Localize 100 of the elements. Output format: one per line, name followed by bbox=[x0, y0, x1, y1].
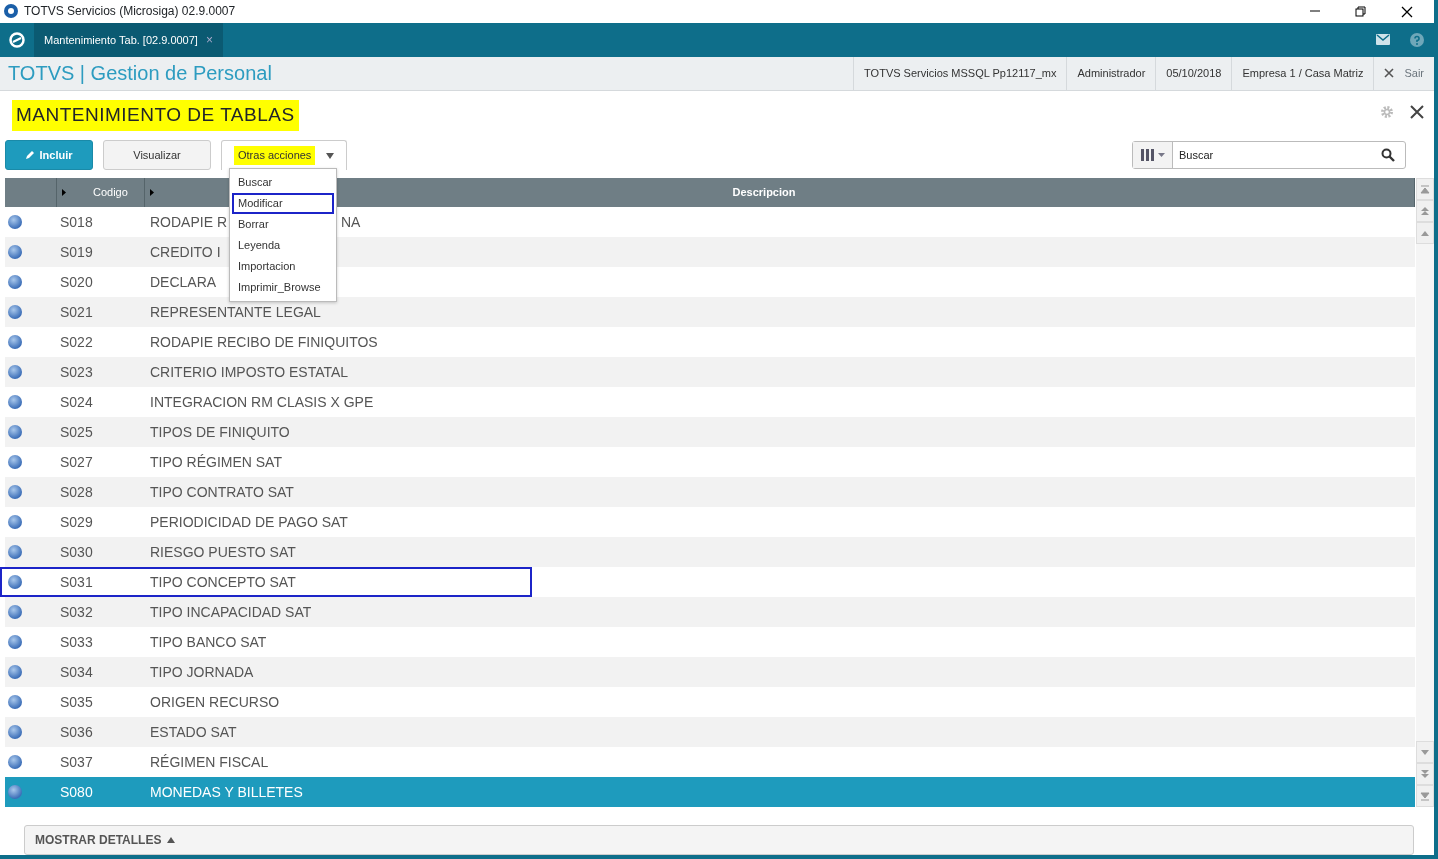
app-title: TOTVS | Gestion de Personal bbox=[7, 61, 272, 87]
table-cell[interactable]: S021 bbox=[60, 303, 93, 320]
table-cell[interactable]: S019 bbox=[60, 243, 93, 260]
status-icon bbox=[8, 575, 22, 590]
close-icon[interactable] bbox=[1410, 105, 1424, 120]
close-icon[interactable] bbox=[1384, 68, 1395, 79]
columns-icon[interactable] bbox=[1140, 149, 1165, 162]
menu-item[interactable]: Leyenda bbox=[232, 235, 334, 256]
pencil-icon bbox=[25, 150, 36, 161]
status-icon bbox=[8, 305, 22, 320]
menu-item[interactable]: Modificar bbox=[232, 193, 334, 214]
header-info: TOTVS Servicios MSSQL Pp12117_mx bbox=[853, 56, 1067, 90]
table-cell[interactable]: S027 bbox=[60, 453, 93, 470]
table-cell: RÉGIMEN FISCAL bbox=[150, 753, 269, 770]
sort-icon bbox=[62, 189, 66, 197]
status-icon bbox=[8, 275, 22, 290]
header-info: Empresa 1 / Casa Matriz bbox=[1231, 56, 1374, 90]
exit-link[interactable]: Sair bbox=[1404, 64, 1424, 82]
table-cell[interactable]: S028 bbox=[60, 483, 93, 500]
table-cell[interactable]: S035 bbox=[60, 693, 93, 710]
table-cell: CREDITO I bbox=[150, 243, 221, 260]
restore-icon[interactable] bbox=[1355, 6, 1367, 19]
table-cell: TIPO CONCEPTO SAT bbox=[150, 573, 296, 590]
table-cell[interactable]: S036 bbox=[60, 723, 93, 740]
status-icon bbox=[8, 545, 22, 560]
close-icon[interactable] bbox=[1401, 6, 1413, 19]
status-icon bbox=[8, 635, 22, 650]
table-cell-text: NA bbox=[341, 212, 361, 232]
table-cell[interactable]: S020 bbox=[60, 273, 93, 290]
table-cell[interactable]: S022 bbox=[60, 333, 93, 350]
table-cell: ORIGEN RECURSO bbox=[150, 693, 280, 710]
table-cell[interactable]: S030 bbox=[60, 543, 93, 560]
table-cell: TIPO RÉGIMEN SAT bbox=[150, 453, 282, 470]
status-icon bbox=[8, 335, 22, 350]
action-button[interactable]: Visualizar bbox=[103, 140, 211, 171]
search-box[interactable]: Buscar bbox=[1132, 141, 1406, 170]
status-icon bbox=[8, 695, 22, 710]
search-icon[interactable] bbox=[1381, 148, 1395, 163]
caret-up-icon bbox=[167, 837, 176, 844]
settings-icon[interactable] bbox=[1380, 105, 1394, 120]
table-cell[interactable]: S032 bbox=[60, 603, 93, 620]
status-icon bbox=[8, 785, 22, 800]
status-icon bbox=[8, 605, 22, 620]
status-icon bbox=[8, 245, 22, 260]
status-icon bbox=[8, 725, 22, 740]
menu-item[interactable]: Buscar bbox=[232, 172, 334, 193]
table-cell[interactable]: S033 bbox=[60, 633, 93, 650]
logo-icon bbox=[9, 31, 25, 48]
sort-icon bbox=[150, 189, 154, 197]
table-cell: TIPOS DE FINIQUITO bbox=[150, 423, 290, 440]
header-info: 05/10/2018 bbox=[1155, 56, 1232, 90]
status-icon bbox=[8, 425, 22, 440]
table-cell: TIPO INCAPACIDAD SAT bbox=[150, 603, 312, 620]
table-cell[interactable]: S037 bbox=[60, 753, 93, 770]
table-cell[interactable]: S031 bbox=[60, 573, 93, 590]
table-cell: RIESGO PUESTO SAT bbox=[150, 543, 296, 560]
column-header[interactable]: Descripcion bbox=[732, 184, 836, 201]
table-cell: RODAPIE R bbox=[150, 213, 227, 230]
scrollbar[interactable] bbox=[1416, 178, 1434, 808]
table-cell[interactable]: S029 bbox=[60, 513, 93, 530]
table-cell: PERIODICIDAD DE PAGO SAT bbox=[150, 513, 348, 530]
table-cell[interactable]: S025 bbox=[60, 423, 93, 440]
status-icon bbox=[8, 455, 22, 470]
table-cell: REPRESENTANTE LEGAL bbox=[150, 303, 321, 320]
caret-icon bbox=[326, 152, 334, 159]
table-cell: DECLARA bbox=[150, 273, 217, 290]
table-cell[interactable]: S023 bbox=[60, 363, 93, 380]
status-icon bbox=[8, 755, 22, 770]
table-cell: INTEGRACION RM CLASIS X GPE bbox=[150, 393, 374, 410]
dropdown-button[interactable]: Otras acciones bbox=[221, 140, 347, 171]
menu-item[interactable]: Imprimir_Browse bbox=[232, 277, 334, 298]
scroll-down-icon[interactable] bbox=[1420, 791, 1430, 801]
tab-close-button[interactable]: × bbox=[205, 30, 213, 49]
header-info: Administrador bbox=[1066, 56, 1156, 90]
scroll-up-icon[interactable] bbox=[1420, 206, 1430, 216]
status-icon bbox=[8, 395, 22, 410]
column-header[interactable]: Codigo bbox=[93, 184, 128, 201]
table-cell: TIPO JORNADA bbox=[150, 663, 254, 680]
tab[interactable]: Mantenimiento Tab. [02.9.0007] × bbox=[34, 22, 223, 57]
table-cell: ESTADO SAT bbox=[150, 723, 237, 740]
table-cell: RODAPIE RECIBO DE FINIQUITOS bbox=[150, 333, 378, 350]
table-cell: TIPO BANCO SAT bbox=[150, 633, 267, 650]
mail-icon[interactable] bbox=[1376, 34, 1390, 46]
table-cell: TIPO CONTRATO SAT bbox=[150, 483, 294, 500]
table-cell[interactable]: S024 bbox=[60, 393, 93, 410]
scroll-down-icon[interactable] bbox=[1420, 747, 1430, 757]
details-button[interactable]: MOSTRAR DETALLES bbox=[24, 825, 1414, 855]
scroll-down-icon[interactable] bbox=[1420, 769, 1430, 779]
table-cell[interactable]: S018 bbox=[60, 213, 93, 230]
menu-item[interactable]: Importacion bbox=[232, 256, 334, 277]
help-icon[interactable] bbox=[1410, 32, 1424, 47]
table-cell: CRITERIO IMPOSTO ESTATAL bbox=[150, 363, 349, 380]
status-icon bbox=[8, 485, 22, 500]
status-icon bbox=[8, 515, 22, 530]
status-icon bbox=[8, 665, 22, 680]
menu-item[interactable]: Borrar bbox=[232, 214, 334, 235]
scroll-up-icon[interactable] bbox=[1420, 184, 1430, 194]
app-icon bbox=[4, 4, 18, 19]
window-title: TOTVS Servicios (Microsiga) 02.9.0007 bbox=[24, 3, 236, 21]
table-cell[interactable]: S034 bbox=[60, 663, 93, 680]
